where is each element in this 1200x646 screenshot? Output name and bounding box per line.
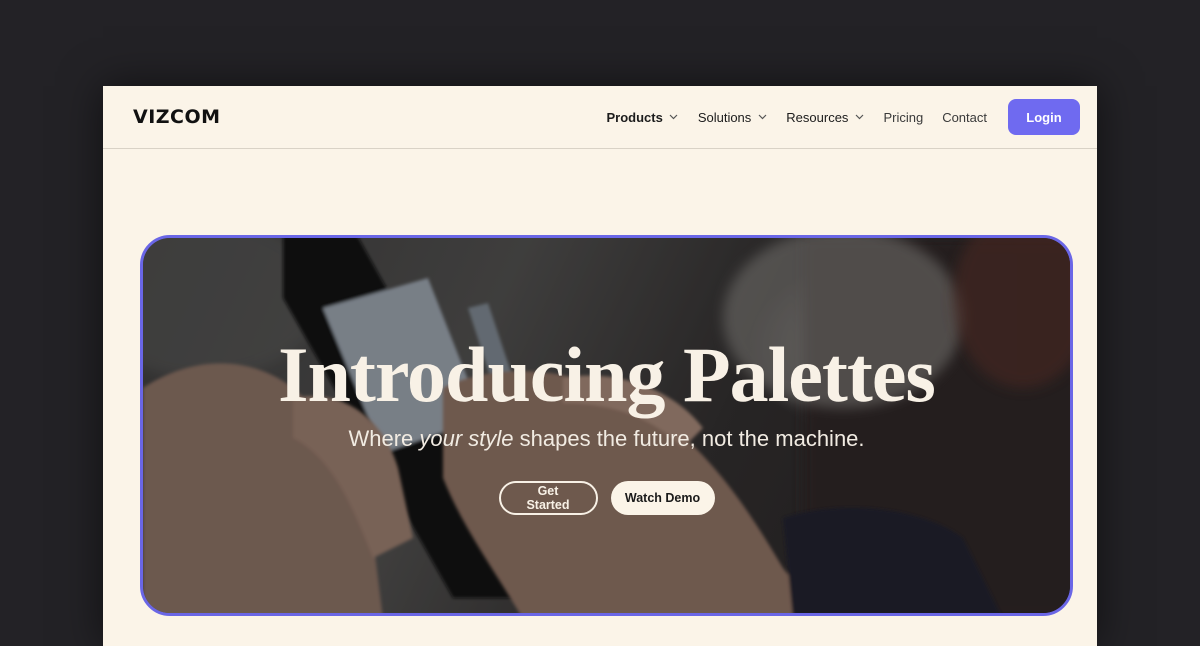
hero-cta-row: Get Started Watch Demo: [143, 481, 1070, 515]
hero-subtitle-emphasis: your style: [419, 426, 514, 451]
chevron-down-icon: [854, 112, 864, 122]
watch-demo-button[interactable]: Watch Demo: [610, 481, 715, 515]
nav-item-resources[interactable]: Resources: [786, 110, 864, 125]
hero-title: Introducing Palettes: [278, 331, 936, 418]
top-nav: VIZCOM Products Solutions Resources Pric…: [103, 86, 1097, 149]
nav-item-label: Solutions: [697, 109, 752, 125]
login-button[interactable]: Login: [1008, 99, 1080, 135]
nav-item-solutions[interactable]: Solutions: [698, 110, 767, 125]
chevron-down-icon: [757, 112, 767, 122]
nav-item-pricing[interactable]: Pricing: [883, 110, 923, 125]
hero-subtitle-pre: Where: [348, 426, 420, 451]
nav-item-label: Products: [606, 109, 663, 125]
chevron-down-icon: [669, 112, 679, 122]
nav-item-label: Contact: [942, 109, 987, 125]
nav-item-products[interactable]: Products: [606, 110, 678, 125]
hero-subtitle-post: shapes the future, not the machine.: [513, 426, 865, 451]
hero-content: Introducing Palettes Where your style sh…: [143, 336, 1070, 515]
vizcom-logo[interactable]: VIZCOM: [133, 106, 221, 128]
nav-item-contact[interactable]: Contact: [942, 110, 987, 125]
hero-banner: Introducing Palettes Where your style sh…: [140, 235, 1073, 616]
hero-subtitle: Where your style shapes the future, not …: [143, 426, 1070, 452]
main-menu: Products Solutions Resources Pricing Con…: [606, 99, 1080, 135]
browser-page: VIZCOM Products Solutions Resources Pric…: [103, 86, 1097, 646]
get-started-button[interactable]: Get Started: [498, 481, 598, 515]
nav-item-label: Pricing: [883, 109, 924, 125]
nav-item-label: Resources: [786, 109, 849, 125]
